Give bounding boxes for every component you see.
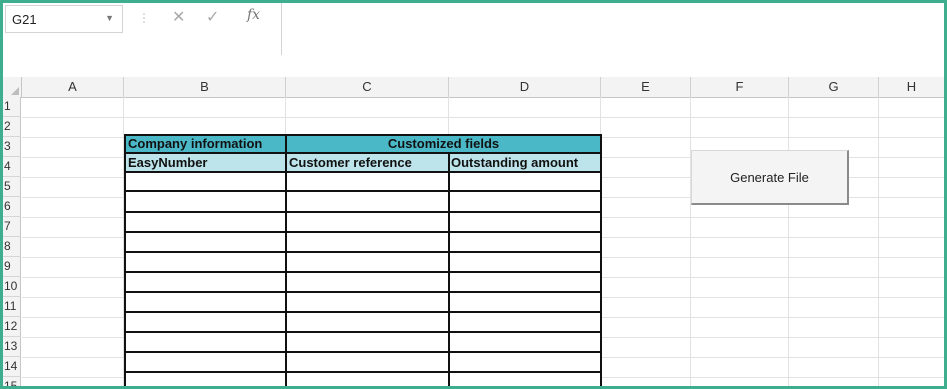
table-cell[interactable] bbox=[124, 313, 287, 333]
name-box-value: G21 bbox=[12, 12, 37, 27]
generate-file-button[interactable]: Generate File bbox=[691, 150, 849, 205]
outstanding-amount-header[interactable]: Outstanding amount bbox=[448, 152, 602, 173]
row-header-6[interactable]: 6 bbox=[3, 197, 21, 217]
check-icon[interactable]: ✓ bbox=[206, 7, 219, 27]
table-cell[interactable] bbox=[124, 353, 287, 373]
table-cell[interactable] bbox=[285, 353, 450, 373]
chevron-down-icon[interactable]: ▼ bbox=[105, 13, 114, 23]
table-cell[interactable] bbox=[285, 192, 450, 213]
function-icon[interactable]: fx bbox=[247, 7, 260, 23]
row-header-7[interactable]: 7 bbox=[3, 217, 21, 237]
row-header-3[interactable]: 3 bbox=[3, 137, 21, 157]
formula-bar-divider bbox=[281, 3, 282, 55]
gridline bbox=[690, 97, 691, 386]
name-box[interactable]: G21 ▼ bbox=[5, 5, 123, 33]
gridline bbox=[878, 97, 879, 386]
column-header-a[interactable]: A bbox=[22, 77, 124, 97]
row-header-1[interactable]: 1 bbox=[3, 97, 21, 117]
table-cell[interactable] bbox=[448, 253, 602, 273]
formula-bar: G21 ▼ ⋮ ✕ ✓ fx bbox=[3, 3, 944, 55]
table-cell[interactable] bbox=[448, 293, 602, 313]
row-header-5[interactable]: 5 bbox=[3, 177, 21, 197]
table-cell[interactable] bbox=[448, 313, 602, 333]
company-information-header[interactable]: Company information bbox=[124, 134, 287, 154]
close-icon[interactable]: ✕ bbox=[172, 7, 185, 27]
table-cell[interactable] bbox=[124, 213, 287, 233]
table-cell[interactable] bbox=[448, 353, 602, 373]
table-cell[interactable] bbox=[124, 293, 287, 313]
row-header-11[interactable]: 11 bbox=[3, 297, 21, 317]
table-cell[interactable] bbox=[448, 333, 602, 353]
table-cell[interactable] bbox=[448, 233, 602, 253]
column-header-c[interactable]: C bbox=[286, 77, 449, 97]
row-header-8[interactable]: 8 bbox=[3, 237, 21, 257]
table-cell[interactable] bbox=[124, 253, 287, 273]
row-header-4[interactable]: 4 bbox=[3, 157, 21, 177]
gridline bbox=[788, 97, 789, 386]
easynumber-header[interactable]: EasyNumber bbox=[124, 152, 287, 173]
gridline bbox=[22, 117, 944, 118]
table-cell[interactable] bbox=[124, 373, 287, 386]
table-cell[interactable] bbox=[124, 333, 287, 353]
table-cell[interactable] bbox=[285, 293, 450, 313]
table-cell[interactable] bbox=[285, 313, 450, 333]
spreadsheet-window: G21 ▼ ⋮ ✕ ✓ fx A B C D E F G H 1 2 3 4 5… bbox=[3, 3, 944, 386]
table-cell[interactable] bbox=[448, 273, 602, 293]
customized-fields-header[interactable]: Customized fields bbox=[285, 134, 602, 154]
table-cell[interactable] bbox=[124, 273, 287, 293]
column-header-d[interactable]: D bbox=[449, 77, 601, 97]
row-header-15[interactable]: 15 bbox=[3, 377, 21, 386]
table-cell[interactable] bbox=[124, 173, 287, 192]
table-cell[interactable] bbox=[448, 192, 602, 213]
table-cell[interactable] bbox=[448, 173, 602, 192]
formula-input[interactable] bbox=[283, 5, 941, 33]
table-cell[interactable] bbox=[285, 333, 450, 353]
row-header-13[interactable]: 13 bbox=[3, 337, 21, 357]
table-cell[interactable] bbox=[285, 173, 450, 192]
column-header-h[interactable]: H bbox=[879, 77, 944, 97]
table-cell[interactable] bbox=[285, 273, 450, 293]
grip-icon: ⋮ bbox=[138, 11, 150, 25]
table-cell[interactable] bbox=[285, 373, 450, 386]
column-header-b[interactable]: B bbox=[124, 77, 286, 97]
column-header-e[interactable]: E bbox=[601, 77, 691, 97]
table-cell[interactable] bbox=[448, 373, 602, 386]
table-cell[interactable] bbox=[285, 233, 450, 253]
table-cell[interactable] bbox=[124, 233, 287, 253]
table-cell[interactable] bbox=[124, 192, 287, 213]
row-header-9[interactable]: 9 bbox=[3, 257, 21, 277]
customer-reference-header[interactable]: Customer reference bbox=[285, 152, 450, 173]
column-header-g[interactable]: G bbox=[789, 77, 879, 97]
row-header-10[interactable]: 10 bbox=[3, 277, 21, 297]
row-header-14[interactable]: 14 bbox=[3, 357, 21, 377]
select-all-corner[interactable] bbox=[3, 77, 22, 97]
column-header-f[interactable]: F bbox=[691, 77, 789, 97]
row-header-2[interactable]: 2 bbox=[3, 117, 21, 137]
table-cell[interactable] bbox=[285, 253, 450, 273]
column-header-row: A B C D E F G H bbox=[3, 77, 944, 98]
table-cell[interactable] bbox=[448, 213, 602, 233]
table-cell[interactable] bbox=[285, 213, 450, 233]
row-header-12[interactable]: 12 bbox=[3, 317, 21, 337]
